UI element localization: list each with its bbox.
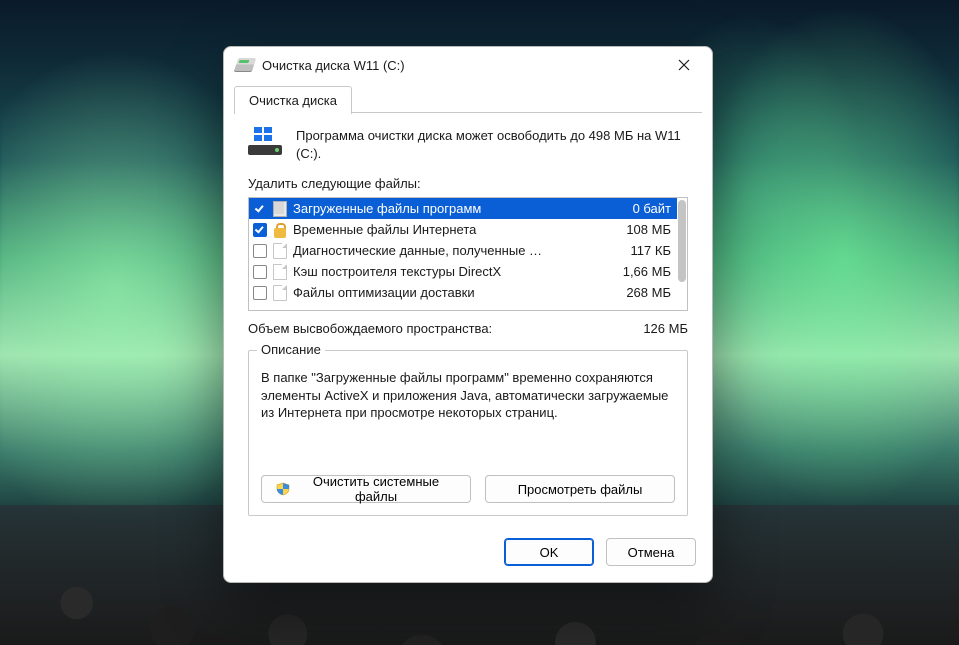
clean-system-files-label: Очистить системные файлы	[296, 474, 456, 504]
cancel-button[interactable]: Отмена	[606, 538, 696, 566]
file-size: 1,66 МБ	[615, 264, 671, 279]
file-row[interactable]: Кэш построителя текстуры DirectX 1,66 МБ	[249, 261, 677, 282]
ok-button[interactable]: OK	[504, 538, 594, 566]
file-size: 108 МБ	[618, 222, 671, 237]
file-checkbox[interactable]	[253, 202, 267, 216]
dialog-footer: OK Отмена	[224, 530, 712, 582]
file-name: Загруженные файлы программ	[293, 201, 619, 216]
close-icon	[678, 59, 690, 71]
summary-text: Программа очистки диска может освободить…	[296, 127, 688, 162]
description-text: В папке "Загруженные файлы программ" вре…	[261, 369, 675, 459]
freed-row: Объем высвобождаемого пространства: 126 …	[248, 321, 688, 336]
close-button[interactable]	[662, 50, 706, 80]
scroll-thumb[interactable]	[678, 200, 686, 282]
tabstrip: Очистка диска	[224, 83, 712, 113]
description-legend: Описание	[257, 342, 325, 357]
view-files-label: Просмотреть файлы	[518, 482, 643, 497]
disk-cleanup-icon	[236, 58, 254, 72]
view-files-button[interactable]: Просмотреть файлы	[485, 475, 675, 503]
shield-icon	[276, 482, 290, 496]
file-checkbox[interactable]	[253, 286, 267, 300]
summary-row: Программа очистки диска может освободить…	[248, 127, 688, 162]
tab-main[interactable]: Очистка диска	[234, 86, 352, 114]
window-title: Очистка диска W11 (C:)	[262, 58, 405, 73]
file-name: Кэш построителя текстуры DirectX	[293, 264, 609, 279]
freed-label: Объем высвобождаемого пространства:	[248, 321, 492, 336]
stack-icon	[273, 201, 287, 217]
file-list: Загруженные файлы программ 0 байт Временны…	[248, 197, 688, 311]
filelist-label: Удалить следующие файлы:	[248, 176, 688, 191]
tab-body: Программа очистки диска может освободить…	[234, 113, 702, 530]
file-checkbox[interactable]	[253, 265, 267, 279]
scrollbar[interactable]	[678, 200, 686, 308]
file-size: 117 КБ	[623, 243, 671, 258]
file-name: Временные файлы Интернета	[293, 222, 612, 237]
freed-value: 126 МБ	[643, 321, 688, 336]
file-row[interactable]: Загруженные файлы программ 0 байт	[249, 198, 677, 219]
description-group: Описание В папке "Загруженные файлы прог…	[248, 350, 688, 516]
file-row[interactable]: Временные файлы Интернета 108 МБ	[249, 219, 677, 240]
page-icon	[273, 285, 287, 301]
drive-icon	[248, 127, 282, 155]
file-name: Диагностические данные, полученные …	[293, 243, 617, 258]
file-size: 0 байт	[625, 201, 671, 216]
page-icon	[273, 264, 287, 280]
disk-cleanup-dialog: Очистка диска W11 (C:) Очистка диска Про…	[223, 46, 713, 583]
file-name: Файлы оптимизации доставки	[293, 285, 612, 300]
clean-system-files-button[interactable]: Очистить системные файлы	[261, 475, 471, 503]
lock-icon	[273, 222, 287, 238]
file-checkbox[interactable]	[253, 244, 267, 258]
file-row[interactable]: Диагностические данные, полученные … 117 …	[249, 240, 677, 261]
file-checkbox[interactable]	[253, 223, 267, 237]
file-row[interactable]: Файлы оптимизации доставки 268 МБ	[249, 282, 677, 303]
titlebar[interactable]: Очистка диска W11 (C:)	[224, 47, 712, 83]
page-icon	[273, 243, 287, 259]
file-size: 268 МБ	[618, 285, 671, 300]
